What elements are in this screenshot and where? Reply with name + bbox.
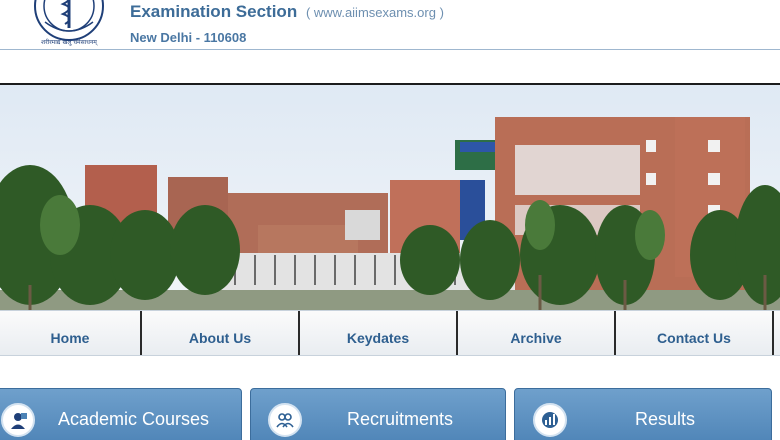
address-text: New Delhi - 110608 [130,30,247,45]
site-url[interactable]: ( www.aiimsexams.org ) [306,5,444,20]
nav-about-us[interactable]: About Us [142,311,300,355]
results-label: Results [635,409,696,429]
title-text: Examination Section [130,2,298,21]
site-header: शरीरमाद्यं खलु धर्मसाधनम् Examination Se… [0,0,780,50]
academic-courses-label: Academic Courses [58,409,210,429]
main-nav: Home About Us Keydates Archive Contact U… [0,310,780,356]
page-title: Examination Section ( www.aiimsexams.org… [130,2,444,22]
campus-banner-image [0,85,780,310]
aiims-logo[interactable]: शरीरमाद्यं खलु धर्मसाधनम् [33,0,105,48]
recruitments-button[interactable]: Recruitments [250,388,506,440]
logo-motto: शरीरमाद्यं खलु धर्मसाधनम् [41,38,98,46]
graduate-icon [1,403,35,437]
nav-contact-us[interactable]: Contact Us [616,311,774,355]
nav-keydates[interactable]: Keydates [300,311,458,355]
results-button[interactable]: Results [514,388,772,440]
chart-icon [533,403,567,437]
nav-archive[interactable]: Archive [458,311,616,355]
academic-courses-button[interactable]: Academic Courses [0,388,242,440]
people-icon [268,403,302,437]
recruitments-label: Recruitments [347,409,454,429]
nav-home[interactable]: Home [0,311,142,355]
